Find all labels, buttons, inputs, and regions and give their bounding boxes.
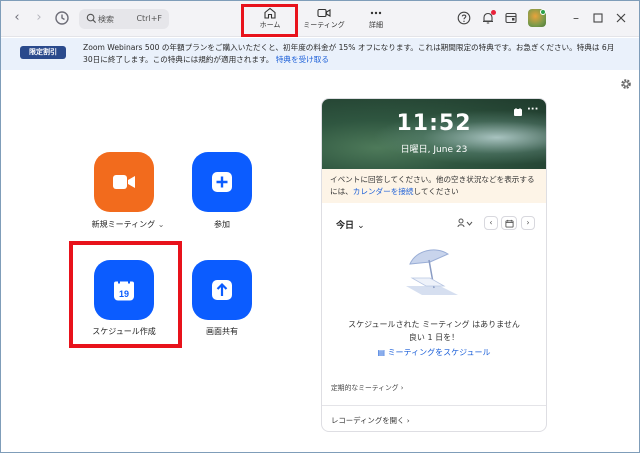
previous-day-button[interactable]: ‹ — [484, 216, 498, 230]
wallpaper-header: 11:52 日曜日, June 23 ··· — [322, 99, 546, 169]
chevron-right-icon: › — [400, 384, 404, 392]
close-icon[interactable] — [614, 11, 628, 25]
tab-meetings[interactable]: ミーティング — [299, 4, 349, 34]
video-camera-icon — [317, 8, 331, 18]
title-bar: ‹ › 検索 Ctrl+F ホーム ミーティング 詳細 – — [1, 1, 639, 37]
connect-calendar-link[interactable]: カレンダーを接続 — [353, 187, 414, 196]
share-screen-icon — [212, 280, 232, 300]
no-meetings-line2: 良い 1 日を！ — [408, 333, 460, 342]
calendar-icon: ▤ — [377, 348, 386, 357]
current-date: 日曜日, June 23 — [400, 145, 468, 155]
back-arrow-icon[interactable]: ‹ — [9, 10, 25, 26]
new-meeting-label[interactable]: 新規ミーティング ⌄ — [88, 219, 168, 230]
tab-more-label: 詳細 — [369, 21, 383, 29]
tab-meetings-label: ミーティング — [303, 21, 345, 29]
search-box[interactable]: 検索 Ctrl+F — [79, 9, 169, 29]
divider — [322, 405, 546, 406]
new-meeting-text: 新規ミーティング — [91, 220, 156, 229]
share-screen-label: 画面共有 — [206, 327, 238, 336]
promo-text: Zoom Webinars 500 の年額プランをご購入いただくと、初年度の料金… — [83, 42, 623, 66]
today-label: 今日 — [336, 221, 355, 231]
search-icon — [86, 13, 97, 24]
calendar-picker-button[interactable] — [501, 216, 517, 230]
recording-label: レコーディングを開く — [331, 416, 405, 425]
promo-message: Zoom Webinars 500 の年額プランをご購入いただくと、初年度の料金… — [83, 43, 615, 64]
promo-banner: 限定割引 Zoom Webinars 500 の年額プランをご購入いただくと、初… — [1, 38, 639, 70]
schedule-highlight — [69, 241, 182, 348]
chevron-down-icon: ⌄ — [357, 221, 365, 231]
open-recordings-link[interactable]: レコーディングを開く › — [331, 415, 410, 426]
whiteboard-icon[interactable] — [504, 11, 518, 25]
more-dots-icon[interactable]: ··· — [527, 104, 538, 115]
minimize-icon[interactable]: – — [569, 11, 583, 25]
no-meetings-line1: スケジュールされた ミーティング はありません — [348, 320, 520, 329]
more-dots-icon — [370, 11, 382, 15]
help-icon[interactable] — [457, 11, 471, 25]
calendar-panel: 11:52 日曜日, June 23 ··· イベントに回答してください。他の空… — [321, 98, 547, 432]
next-day-button[interactable]: › — [521, 216, 535, 230]
recurring-meetings-link[interactable]: 定期的なミーティング › — [331, 382, 403, 392]
no-meetings-message: スケジュールされた ミーティング はありません 良い 1 日を！ — [322, 318, 546, 344]
promo-badge: 限定割引 — [20, 46, 66, 59]
notification-badge — [491, 10, 496, 15]
schedule-meeting-link[interactable]: ▤ ミーティングをスケジュール — [322, 347, 546, 358]
maximize-icon[interactable] — [591, 11, 605, 25]
forward-arrow-icon[interactable]: › — [31, 10, 47, 26]
today-dropdown[interactable]: 今日 ⌄ — [336, 218, 365, 231]
calendar-connect-note: イベントに回答してください。他の空き状況などを表示するには、カレンダーを接続して… — [322, 169, 546, 203]
search-shortcut: Ctrl+F — [136, 14, 162, 23]
calendar-small-icon[interactable] — [513, 107, 523, 117]
presence-status-icon — [540, 9, 546, 15]
calendar-icon — [504, 219, 514, 228]
promo-link[interactable]: 特典を受け取る — [276, 55, 329, 64]
new-meeting-button[interactable] — [94, 152, 154, 212]
join-button[interactable] — [192, 152, 252, 212]
people-filter-icon — [457, 218, 473, 228]
video-camera-icon — [113, 175, 135, 189]
history-icon[interactable] — [54, 10, 70, 26]
beach-umbrella-illustration — [406, 249, 458, 295]
join-label: 参加 — [214, 220, 230, 229]
meeting-filter-dropdown[interactable] — [454, 216, 476, 230]
recurring-label: 定期的なミーティング — [331, 384, 399, 392]
note-tail: してください — [413, 187, 459, 196]
tab-home-highlight — [241, 4, 298, 37]
search-placeholder: 検索 — [98, 15, 114, 24]
share-screen-button[interactable] — [192, 260, 252, 320]
schedule-meeting-text: ミーティングをスケジュール — [387, 348, 491, 357]
chevron-right-icon: › — [406, 416, 410, 425]
tab-more[interactable]: 詳細 — [351, 4, 401, 34]
settings-gear-icon[interactable] — [620, 78, 632, 90]
plus-icon — [212, 172, 232, 192]
chevron-down-icon[interactable]: ⌄ — [158, 220, 165, 229]
